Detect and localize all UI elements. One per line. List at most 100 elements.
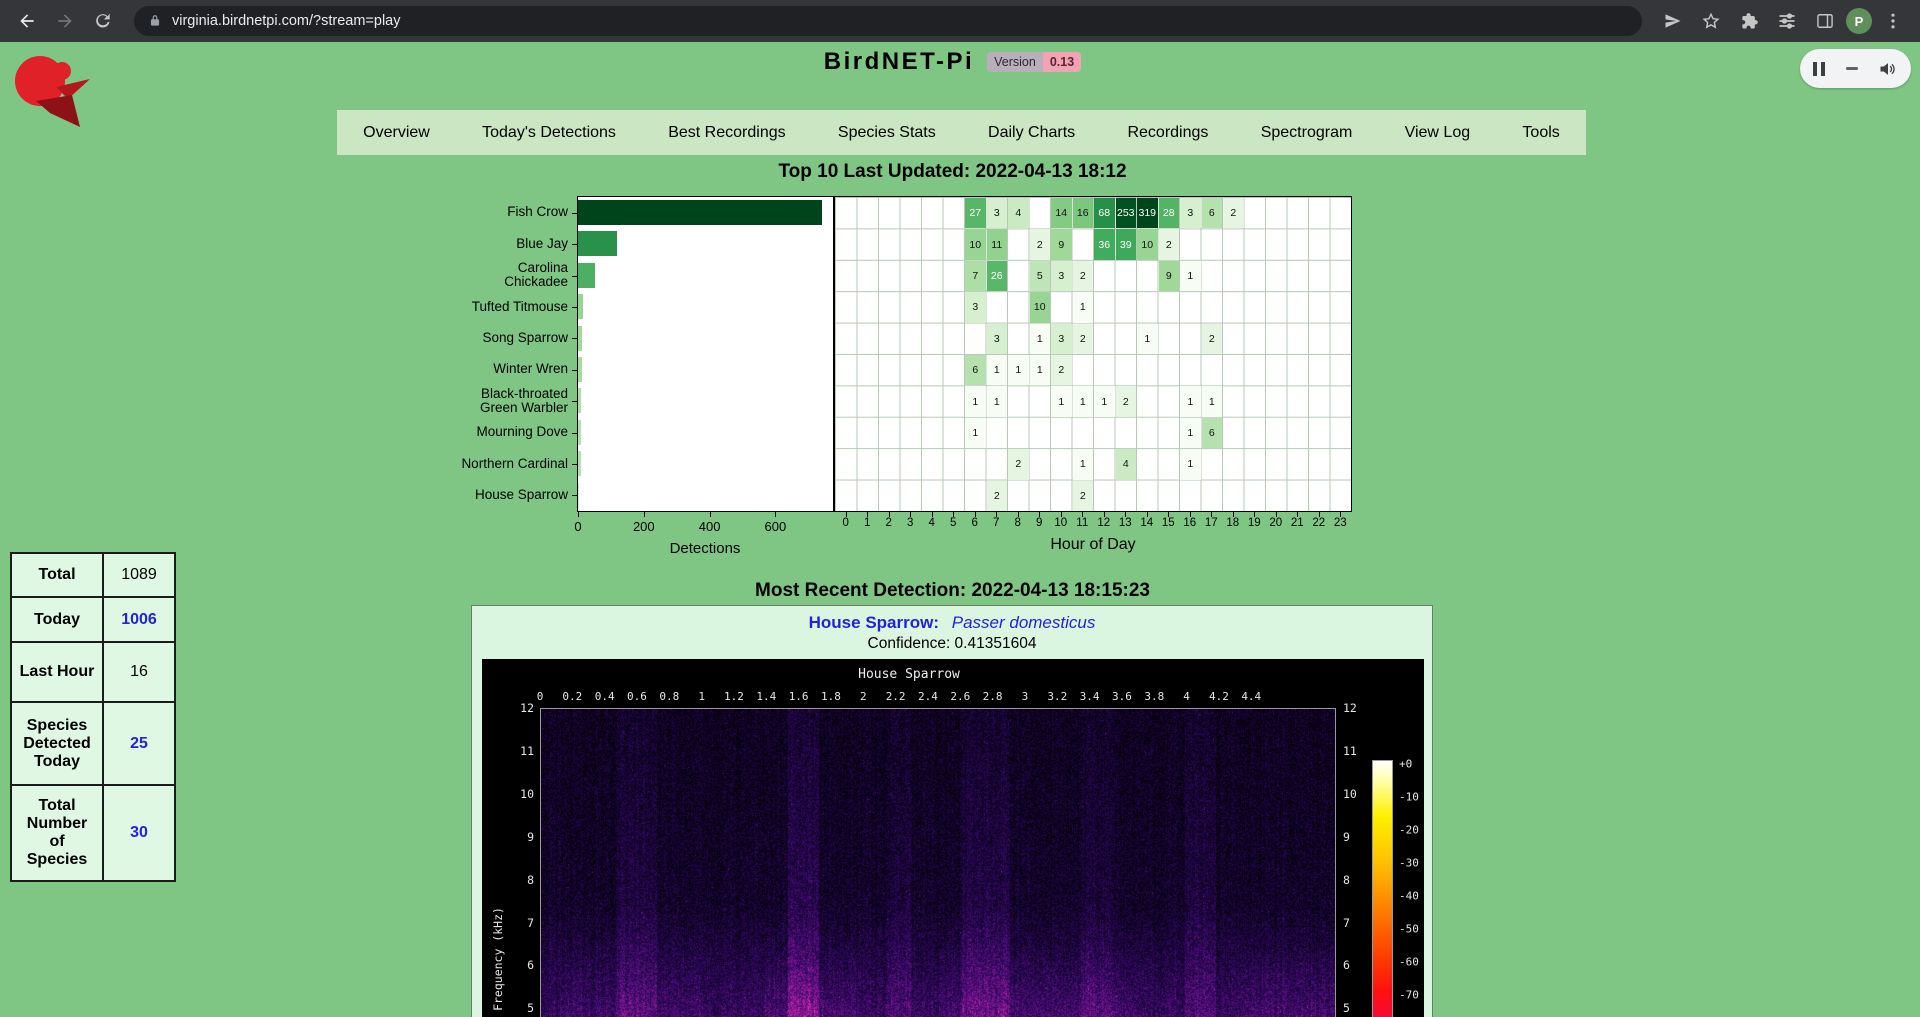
- heatmap-cell: 3: [987, 198, 1008, 228]
- species-label: Winter Wren: [460, 354, 568, 385]
- heatmap-cell: 4: [1008, 198, 1029, 228]
- pause-button[interactable]: [1813, 62, 1825, 76]
- hour-axis-tick: 23: [1334, 517, 1347, 529]
- stat-label: Today: [11, 597, 103, 642]
- nav-item-best-recordings[interactable]: Best Recordings: [660, 124, 793, 142]
- stat-value[interactable]: 1006: [103, 597, 175, 642]
- heatmap-cell: 2: [1051, 355, 1072, 385]
- browser-menu-button[interactable]: [1876, 4, 1910, 38]
- most-recent-heading: Most Recent Detection: 2022-04-13 18:15:…: [0, 580, 1905, 602]
- profile-avatar[interactable]: P: [1846, 8, 1872, 34]
- species-tick-mark: [572, 401, 577, 402]
- stat-value[interactable]: 30: [103, 785, 175, 881]
- heatmap-cell: 2: [1116, 386, 1137, 416]
- tick-mark: [1211, 512, 1212, 517]
- spec-time-tick: 0.8: [659, 690, 679, 703]
- share-button[interactable]: [1656, 4, 1690, 38]
- tick-mark: [1254, 512, 1255, 517]
- species-label: Tufted Titmouse: [460, 291, 568, 322]
- recent-detection-card: House Sparrow: Passer domesticus Confide…: [471, 605, 1433, 1017]
- lock-icon: [148, 14, 162, 28]
- nav-item-today-s-detections[interactable]: Today's Detections: [474, 124, 624, 142]
- hour-axis-tick: 16: [1183, 517, 1196, 529]
- reload-icon: [93, 11, 113, 31]
- chart-bar-panel: [577, 196, 834, 512]
- nav-item-spectrogram[interactable]: Spectrogram: [1253, 124, 1361, 142]
- heatmap-cell: 3: [965, 292, 986, 322]
- detections-bar: [578, 231, 617, 256]
- tick-mark: [644, 512, 645, 517]
- stat-value[interactable]: 25: [103, 702, 175, 785]
- spec-freq-tick-left: 11: [502, 744, 534, 758]
- spec-colorbar-tick: -50: [1399, 923, 1419, 936]
- detections-bar: [578, 420, 581, 445]
- back-button[interactable]: [10, 4, 44, 38]
- heatmap-cell: 3: [987, 324, 1008, 354]
- heatmap-cell: 11: [987, 229, 1008, 259]
- url-bar[interactable]: virginia.birdnetpi.com/?stream=play: [134, 6, 1642, 36]
- spec-freq-tick-right: 10: [1343, 787, 1357, 801]
- version-badge-value: 0.13: [1043, 52, 1081, 73]
- heatmap-cell: 1: [1180, 418, 1201, 448]
- nav-item-recordings[interactable]: Recordings: [1119, 124, 1216, 142]
- hour-axis-tick: 4: [929, 517, 935, 529]
- heatmap-cell: 10: [965, 229, 986, 259]
- detection-common-name[interactable]: House Sparrow:: [809, 613, 939, 632]
- hour-axis-tick: 5: [950, 517, 956, 529]
- spectrogram-title: House Sparrow: [482, 667, 1336, 682]
- kebab-menu-icon: [1883, 11, 1903, 31]
- heatmap-cell: 1: [1137, 324, 1158, 354]
- puzzle-icon: [1739, 11, 1759, 31]
- tick-mark: [1039, 512, 1040, 517]
- spec-time-tick: 2.8: [983, 690, 1003, 703]
- extensions-button[interactable]: [1732, 4, 1766, 38]
- version-badge: Version 0.13: [987, 52, 1081, 73]
- seek-dash[interactable]: [1846, 67, 1858, 70]
- hour-axis-tick: 12: [1097, 517, 1110, 529]
- hour-axis-tick: 21: [1291, 517, 1304, 529]
- nav-menu: Overview Today's Detections Best Recording…: [337, 110, 1586, 155]
- bookmark-button[interactable]: [1694, 4, 1728, 38]
- tick-mark: [1190, 512, 1191, 517]
- top10-heading: Top 10 Last Updated: 2022-04-13 18:12: [0, 161, 1905, 183]
- heatmap-cell: 3: [1051, 324, 1072, 354]
- nav-item-overview[interactable]: Overview: [355, 124, 438, 142]
- reload-button[interactable]: [86, 4, 120, 38]
- tick-mark: [1147, 512, 1148, 517]
- url-text: virginia.birdnetpi.com/?stream=play: [172, 13, 400, 29]
- spec-freq-tick-right: 8: [1343, 873, 1350, 887]
- masthead: BirdNET-Pi Version 0.13: [0, 48, 1905, 76]
- nav-item-species-stats[interactable]: Species Stats: [830, 124, 944, 142]
- speaker-icon[interactable]: [1878, 59, 1898, 79]
- spec-freq-tick-right: 7: [1343, 916, 1350, 930]
- spec-freq-tick-left: 5: [502, 1001, 534, 1015]
- heatmap-cell: 10: [1030, 292, 1051, 322]
- species-tick-mark: [572, 307, 577, 308]
- tick-mark: [578, 512, 579, 517]
- heatmap-cell: 2: [1073, 324, 1094, 354]
- heatmap-cell: 7: [965, 261, 986, 291]
- spec-colorbar-tick: -30: [1399, 857, 1419, 870]
- hour-axis-tick: 20: [1269, 517, 1282, 529]
- heatmap-cell: 2: [987, 481, 1008, 511]
- side-panel-button[interactable]: [1808, 4, 1842, 38]
- stats-table-body: Total1089Today1006Last Hour16Species Det…: [11, 553, 175, 881]
- heatmap-cell: 1: [1030, 324, 1051, 354]
- species-tick-mark: [572, 276, 577, 277]
- forward-button[interactable]: [48, 4, 82, 38]
- nav-item-view-log[interactable]: View Log: [1397, 124, 1479, 142]
- forward-arrow-icon: [55, 11, 75, 31]
- browser-toolbar: virginia.birdnetpi.com/?stream=play P: [0, 0, 1920, 42]
- nav-item-tools[interactable]: Tools: [1514, 124, 1567, 142]
- tick-mark: [1082, 512, 1083, 517]
- detections-bar: [578, 200, 822, 225]
- nav-item-daily-charts[interactable]: Daily Charts: [980, 124, 1083, 142]
- heatmap-cell: 26: [987, 261, 1008, 291]
- spec-colorbar-tick: -60: [1399, 956, 1419, 969]
- tune-button[interactable]: [1770, 4, 1804, 38]
- heatmap-cell: 6: [1202, 198, 1223, 228]
- species-tick-mark: [572, 244, 577, 245]
- stat-label: Total Number of Species: [11, 785, 103, 881]
- heatmap-cell: 1: [965, 418, 986, 448]
- hour-axis-tick: 18: [1226, 517, 1239, 529]
